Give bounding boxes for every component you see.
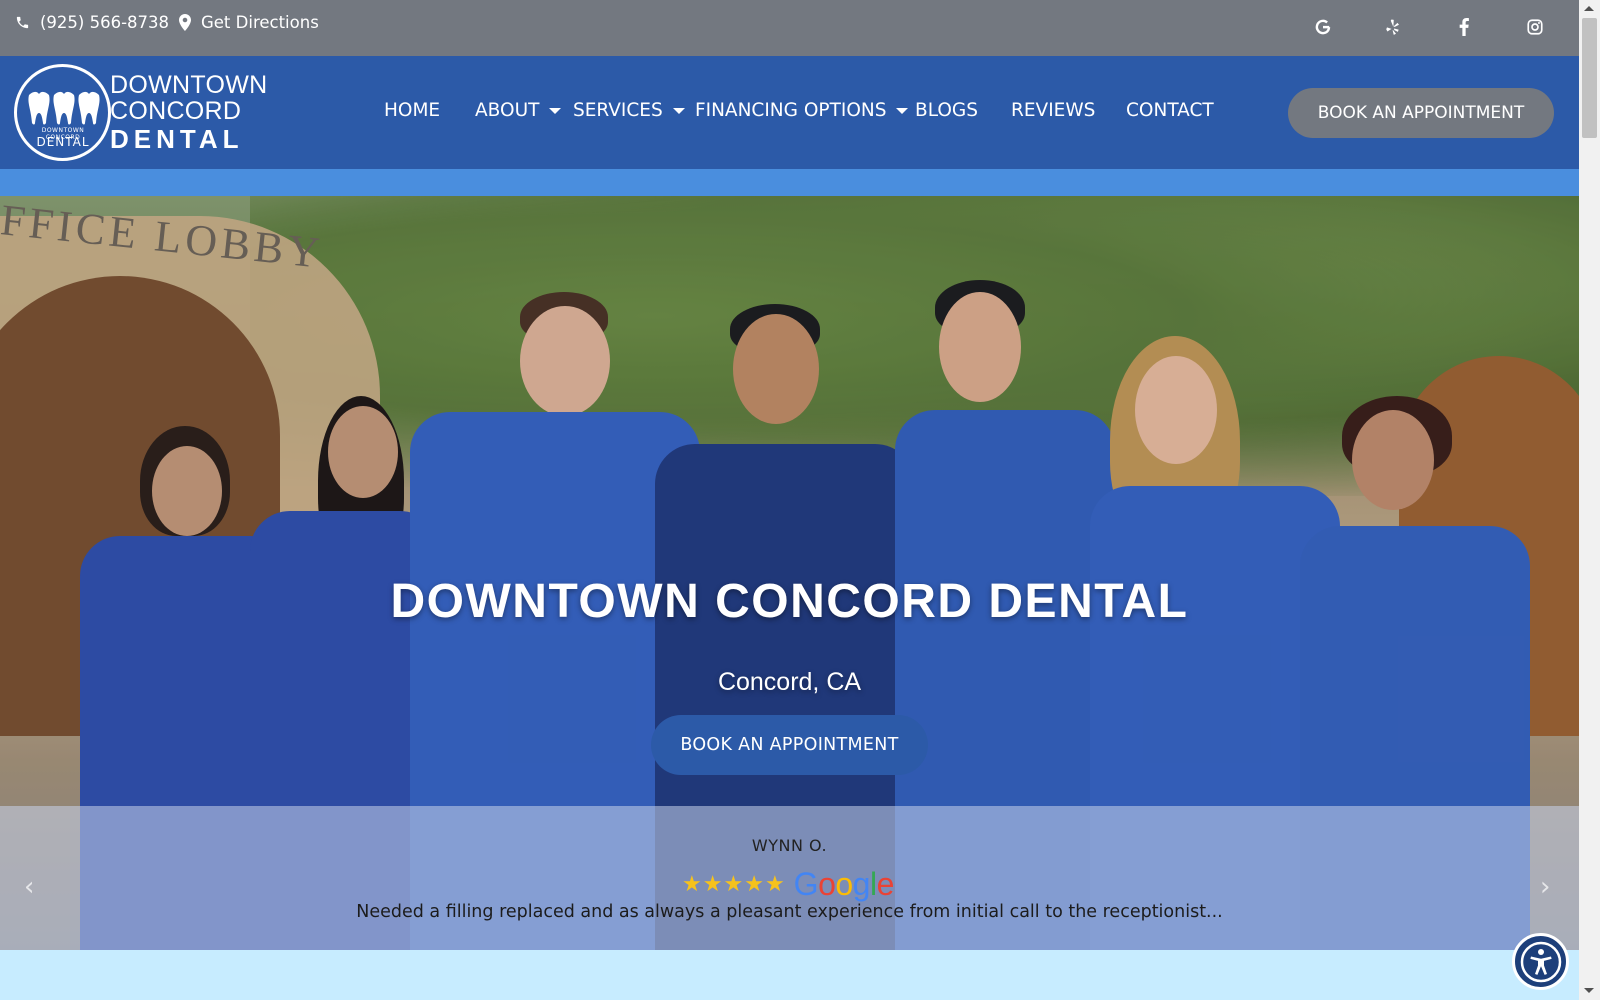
hero-section: FFICE LOBBY DOWNTOWN CONCORD DENTAL Conc [0, 196, 1579, 950]
nav-item-home[interactable]: HOME [384, 100, 440, 121]
instagram-icon[interactable] [1524, 16, 1546, 38]
chevron-down-icon [896, 107, 909, 114]
star-icon: ★ [702, 872, 723, 897]
logo-badge: DOWNTOWN CONCORD DENTAL [14, 64, 111, 161]
nav-item-reviews[interactable]: REVIEWS [1011, 100, 1095, 121]
chevron-right-icon[interactable]: › [1540, 872, 1550, 902]
nav-item-label: REVIEWS [1011, 100, 1096, 121]
page-scrollbar[interactable] [1579, 0, 1600, 1000]
nav-item-contact[interactable]: CONTACT [1126, 100, 1214, 121]
site-logo[interactable]: DOWNTOWN CONCORD DENTAL DOWNTOWN CONCORD… [14, 64, 274, 164]
nav-item-services[interactable]: SERVICES [573, 100, 685, 121]
book-appointment-button[interactable]: BOOK AN APPOINTMENT [1288, 88, 1554, 138]
logo-badge-big-text: DENTAL [36, 135, 90, 149]
nav-item-financing-options[interactable]: FINANCING OPTIONS [695, 100, 909, 121]
phone-icon [16, 16, 29, 29]
google-icon[interactable] [1312, 16, 1334, 38]
scroll-down-icon[interactable] [1584, 988, 1594, 993]
scroll-up-icon[interactable] [1584, 6, 1594, 11]
phone-number: (925) 566-8738 [40, 13, 170, 32]
facebook-icon[interactable] [1453, 16, 1475, 38]
hero-title: DOWNTOWN CONCORD DENTAL [390, 575, 1189, 628]
phone-link[interactable]: (925) 566-8738 [15, 13, 169, 32]
chevron-left-icon[interactable]: ‹ [24, 872, 34, 902]
nav-item-label: SERVICES [573, 100, 663, 121]
nav-item-label: HOME [384, 100, 441, 121]
nav-item-label: FINANCING OPTIONS [695, 100, 887, 121]
nav-item-label: CONTACT [1126, 100, 1214, 121]
chevron-down-icon [672, 107, 685, 114]
hero-book-appointment-button[interactable]: BOOK AN APPOINTMENT [651, 715, 928, 775]
directions-link[interactable]: Get Directions [179, 13, 319, 32]
nav-item-about[interactable]: ABOUT [475, 100, 562, 121]
accessibility-button[interactable] [1512, 933, 1569, 990]
nav-item-label: ABOUT [475, 100, 540, 121]
logo-line-3: DENTAL [110, 124, 244, 154]
review-rating: ★ ★ ★ ★ ★ Google [682, 866, 894, 903]
logo-wordmark: DOWNTOWN CONCORD DENTAL [110, 72, 267, 154]
scrollbar-thumb[interactable] [1582, 18, 1597, 138]
google-logo: Google [793, 866, 895, 902]
nav-accent-strip [0, 169, 1579, 196]
hero-subtitle: Concord, CA [717, 668, 862, 696]
accessibility-icon [1520, 941, 1561, 982]
review-carousel: ‹ WYNN O. ★ ★ ★ ★ ★ Google Needed a fill… [0, 806, 1579, 950]
star-icon: ★ [723, 872, 744, 897]
nav-item-blogs[interactable]: BLOGS [915, 100, 978, 121]
directions-label: Get Directions [201, 13, 319, 32]
logo-line-2: CONCORD [110, 97, 242, 125]
review-text: Needed a filling replaced and as always … [356, 902, 1223, 922]
chevron-down-icon [549, 107, 562, 114]
yelp-icon[interactable] [1382, 16, 1404, 38]
reviewer-name: WYNN O. [751, 836, 828, 855]
top-utility-bar: (925) 566-8738 Get Directions [0, 0, 1579, 56]
main-navbar: DOWNTOWN CONCORD DENTAL DOWNTOWN CONCORD… [0, 56, 1579, 169]
star-icon: ★ [764, 872, 785, 897]
star-icon: ★ [744, 872, 764, 897]
teeth-icon [28, 91, 100, 125]
map-pin-icon [179, 14, 191, 31]
nav-item-label: BLOGS [915, 100, 978, 121]
logo-line-1: DOWNTOWN [110, 71, 268, 99]
star-icon: ★ [682, 872, 702, 897]
